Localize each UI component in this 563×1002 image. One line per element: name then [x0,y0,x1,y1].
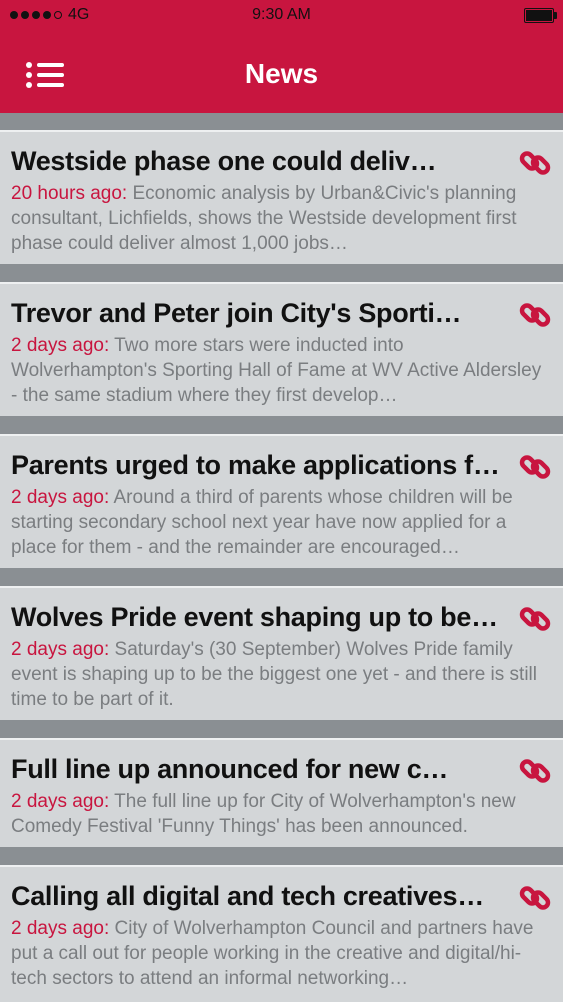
link-icon[interactable] [518,754,552,788]
news-headline: Wolves Pride event shaping up to be… [11,602,498,632]
link-icon[interactable] [518,298,552,332]
news-headline: Calling all digital and tech creatives… [11,881,484,911]
news-summary: 20 hours ago: Economic analysis by Urban… [11,183,517,254]
news-headline: Full line up announced for new c… [11,754,449,784]
news-summary: 2 days ago: Two more stars were inducted… [11,335,542,406]
news-item[interactable]: Wolves Pride event shaping up to be… 2 d… [0,586,563,720]
news-summary: 2 days ago: City of Wolverhampton Counci… [11,918,534,989]
page-title: News [244,58,319,89]
news-item[interactable]: Calling all digital and tech creatives… … [0,865,563,1002]
link-icon[interactable] [518,146,552,180]
status-time: 9:30 AM [252,6,311,23]
news-item[interactable]: Westside phase one could deliv… 20 hours… [0,130,563,264]
news-summary: 2 days ago: Saturday's (30 September) Wo… [11,639,537,710]
news-headline: Trevor and Peter join City's Sporti… [11,298,462,328]
status-bar: 4G 9:30 AM [0,0,563,30]
news-summary: 2 days ago: Around a third of parents wh… [11,487,513,558]
top-bar: 4G 9:30 AM News [0,0,563,113]
news-timestamp: 2 days ago: [11,791,110,812]
news-headline: Westside phase one could deliv… [11,146,437,176]
news-headline: Parents urged to make applications f… [11,450,500,480]
news-item[interactable]: Trevor and Peter join City's Sporti… 2 d… [0,282,563,416]
news-timestamp: 2 days ago: [11,639,110,660]
news-item[interactable]: Parents urged to make applications f… 2 … [0,434,563,568]
link-icon[interactable] [518,450,552,484]
news-timestamp: 2 days ago: [11,487,110,508]
news-summary: 2 days ago: The full line up for City of… [11,791,516,837]
news-timestamp: 2 days ago: [11,335,110,356]
news-timestamp: 2 days ago: [11,918,110,939]
battery-icon [524,8,557,23]
news-item[interactable]: Full line up announced for new c… 2 days… [0,738,563,847]
link-icon[interactable] [518,881,552,915]
link-icon[interactable] [518,602,552,636]
news-timestamp: 20 hours ago: [11,183,128,204]
